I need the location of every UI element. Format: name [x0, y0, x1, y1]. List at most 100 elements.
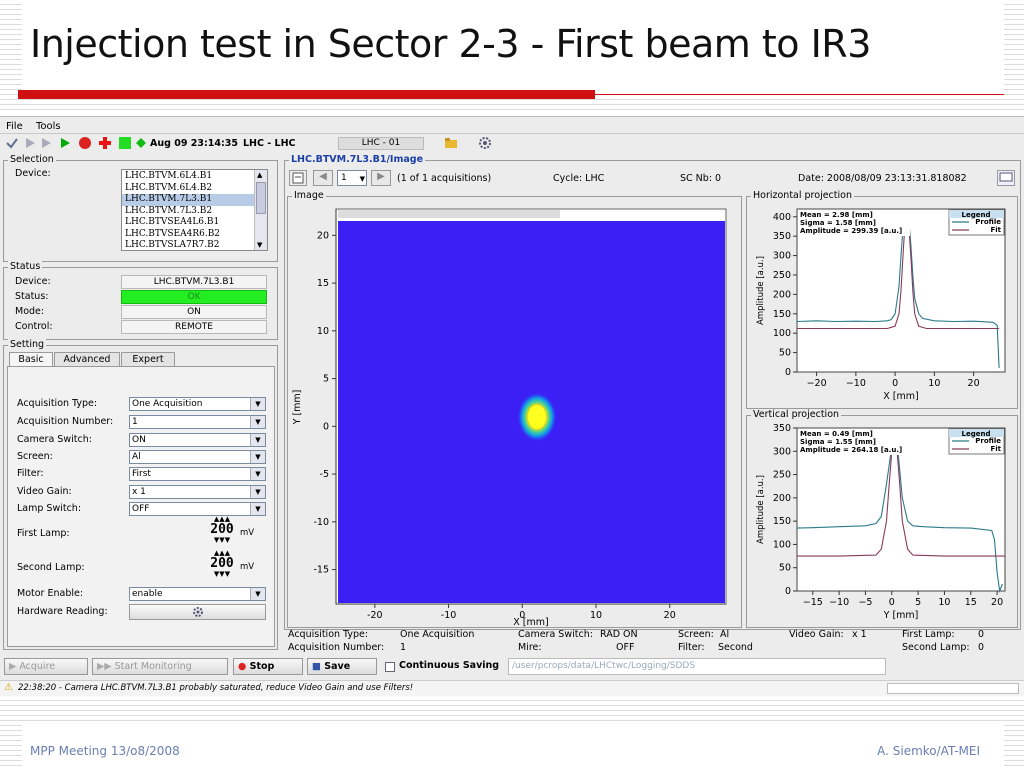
play-icon[interactable]: [58, 136, 72, 150]
acquisition-info: Acquisition Type: One Acquisition Acquis…: [284, 629, 1021, 655]
settings-icon[interactable]: [478, 136, 492, 150]
camera-switch-select[interactable]: ON ▼: [129, 433, 266, 447]
device-list-item[interactable]: LHC.BTVSEA4L6.B1: [122, 217, 254, 229]
acq-number-select[interactable]: 1 ▼: [129, 415, 266, 429]
decrement-arrows-icon[interactable]: ▼▼▼: [202, 570, 242, 578]
step-forward-icon[interactable]: [39, 136, 53, 150]
menu-file[interactable]: File: [6, 121, 23, 132]
stats-line: Sigma = 1.58 [mm]: [800, 219, 876, 227]
selection-title: Selection: [8, 154, 56, 165]
device-list[interactable]: LHC.BTVM.6L4.B1 LHC.BTVM.6L4.B2 LHC.BTVM.7…: [121, 169, 268, 251]
lamp-switch-value: OFF: [132, 504, 150, 514]
first-lamp-spinner[interactable]: ▲▲▲ 200 ▼▼▼: [202, 515, 242, 544]
step-back-icon[interactable]: [23, 136, 37, 150]
tab-advanced[interactable]: Advanced: [54, 352, 120, 366]
y-tick-label: 350: [773, 423, 791, 434]
vertical-projection-chart[interactable]: −15 −10 −5 0 5 10 15 20050100150200250300350Y […: [747, 416, 1017, 627]
status-mode-value: ON: [121, 305, 267, 319]
first-lamp-unit: mV: [240, 528, 255, 538]
acquire-button[interactable]: ▶ Acquire: [4, 658, 88, 675]
x-tick-label: −5: [858, 597, 872, 608]
image-x-tick-label: 10: [590, 610, 602, 621]
screen-select[interactable]: Al ▼: [129, 450, 266, 464]
play-icon: ▶: [9, 661, 20, 672]
chevron-down-icon: ▼: [250, 468, 265, 480]
acq-number-value: 1: [132, 417, 138, 427]
hardware-reading-button[interactable]: [129, 604, 266, 620]
scrollbar-thumb[interactable]: [256, 182, 266, 214]
selection-group: Selection Device: LHC.BTVM.6L4.B1 LHC.BTV…: [3, 154, 278, 262]
device-list-item[interactable]: LHC.BTVSLA7R7.B2: [122, 240, 254, 250]
device-list-item[interactable]: LHC.BTVM.6L4.B1: [122, 171, 254, 183]
info-screen-label: Screen:: [678, 629, 714, 640]
chevron-down-icon: ▼: [250, 486, 265, 498]
beam-image-plot[interactable]: -20 -10 0 10 20 20 15 10 5 0 -5 -10 -15 X [mm] Y [m…: [288, 197, 741, 627]
device-list-item[interactable]: LHC.BTVSEA4R6.B2: [122, 229, 254, 241]
info-first-lamp-value: 0: [978, 629, 985, 640]
info-camera-value: RAD ON: [600, 629, 638, 640]
info-second-lamp-value: 0: [978, 642, 985, 653]
comment-icon[interactable]: [997, 170, 1015, 186]
cycle-field[interactable]: LHC - 01: [338, 137, 424, 150]
next-page-button[interactable]: ▶: [371, 170, 391, 186]
video-gain-select[interactable]: x 1 ▼: [129, 485, 266, 499]
info-first-lamp-label: First Lamp:: [902, 629, 955, 640]
setting-tabs: Basic Advanced Expert: [7, 352, 275, 366]
export-icon[interactable]: [289, 170, 307, 186]
open-folder-icon[interactable]: [444, 136, 458, 150]
menu-tools[interactable]: Tools: [36, 121, 61, 132]
status-device-label: Device:: [15, 276, 51, 287]
info-acq-number-label: Acquisition Number:: [288, 642, 385, 653]
device-label: Device:: [15, 168, 51, 179]
acq-type-select[interactable]: One Acquisition ▼: [129, 397, 266, 411]
start-monitoring-label: Start Monitoring: [114, 661, 192, 672]
motor-enable-select[interactable]: enable ▼: [129, 587, 266, 601]
device-list-item[interactable]: LHC.BTVM.7L3.B1: [122, 194, 254, 206]
image-y-tick-label: 20: [317, 230, 329, 241]
save-label: Save: [324, 661, 351, 672]
scroll-up-icon[interactable]: ▲: [257, 171, 262, 179]
image-device-title: LHC.BTVM.7L3.B1/Image: [289, 154, 426, 165]
beam-spot-core: [528, 405, 546, 429]
y-tick-label: 350: [773, 231, 791, 242]
info-camera-label: Camera Switch:: [518, 629, 593, 640]
footer-left: MPP Meeting 13/o8/2008: [30, 744, 180, 758]
lamp-switch-select[interactable]: OFF ▼: [129, 502, 266, 516]
device-list-item[interactable]: LHC.BTVM.6L4.B2: [122, 183, 254, 195]
chevron-down-icon: ▼: [250, 588, 265, 600]
stop-button[interactable]: ● Stop: [233, 658, 303, 675]
x-tick-label: −15: [803, 597, 823, 608]
second-lamp-label: Second Lamp:: [17, 562, 85, 573]
play-icon: ▶▶: [97, 661, 115, 672]
settings-icon: [192, 607, 203, 617]
check-icon[interactable]: [5, 136, 19, 150]
plus-icon[interactable]: [98, 136, 112, 150]
motor-enable-value: enable: [132, 589, 163, 599]
x-axis-label: X [mm]: [883, 391, 918, 402]
image-y-tick-label: -5: [320, 469, 329, 480]
tab-expert[interactable]: Expert: [121, 352, 175, 366]
y-tick-label: 250: [773, 270, 791, 281]
previous-page-button[interactable]: ◀: [313, 170, 333, 186]
first-lamp-label: First Lamp:: [17, 528, 70, 539]
save-path-field[interactable]: /user/pcrops/data/LHCtwc/Logging/SDDS: [508, 658, 886, 675]
continuous-saving-checkbox[interactable]: [385, 662, 395, 672]
tab-basic[interactable]: Basic: [9, 352, 53, 366]
legend: LegendProfileFit: [948, 428, 1005, 455]
page-select[interactable]: 1 ▼: [337, 170, 367, 186]
info-acq-type-value: One Acquisition: [400, 629, 475, 640]
filter-select[interactable]: First ▼: [129, 467, 266, 481]
decrement-arrows-icon[interactable]: ▼▼▼: [202, 536, 242, 544]
stats-line: Mean = 2.98 [mm]: [800, 211, 873, 219]
horizontal-projection-chart[interactable]: −20 −10 0 10 20050100150200250300350400X [mm…: [747, 197, 1017, 408]
y-tick-label: 300: [773, 251, 791, 262]
second-lamp-spinner[interactable]: ▲▲▲ 200 ▼▼▼: [202, 549, 242, 578]
scroll-down-icon[interactable]: ▼: [257, 241, 262, 249]
device-list-scrollbar[interactable]: ▲ ▼: [254, 170, 267, 250]
save-button[interactable]: ■ Save: [307, 658, 377, 675]
green-diamond-icon: [134, 136, 148, 150]
start-monitoring-button[interactable]: ▶▶ Start Monitoring: [92, 658, 228, 675]
device-list-item[interactable]: LHC.BTVM.7L3.B2: [122, 206, 254, 218]
toolbar-context: LHC - LHC: [243, 138, 296, 149]
stop-icon[interactable]: [78, 136, 92, 150]
